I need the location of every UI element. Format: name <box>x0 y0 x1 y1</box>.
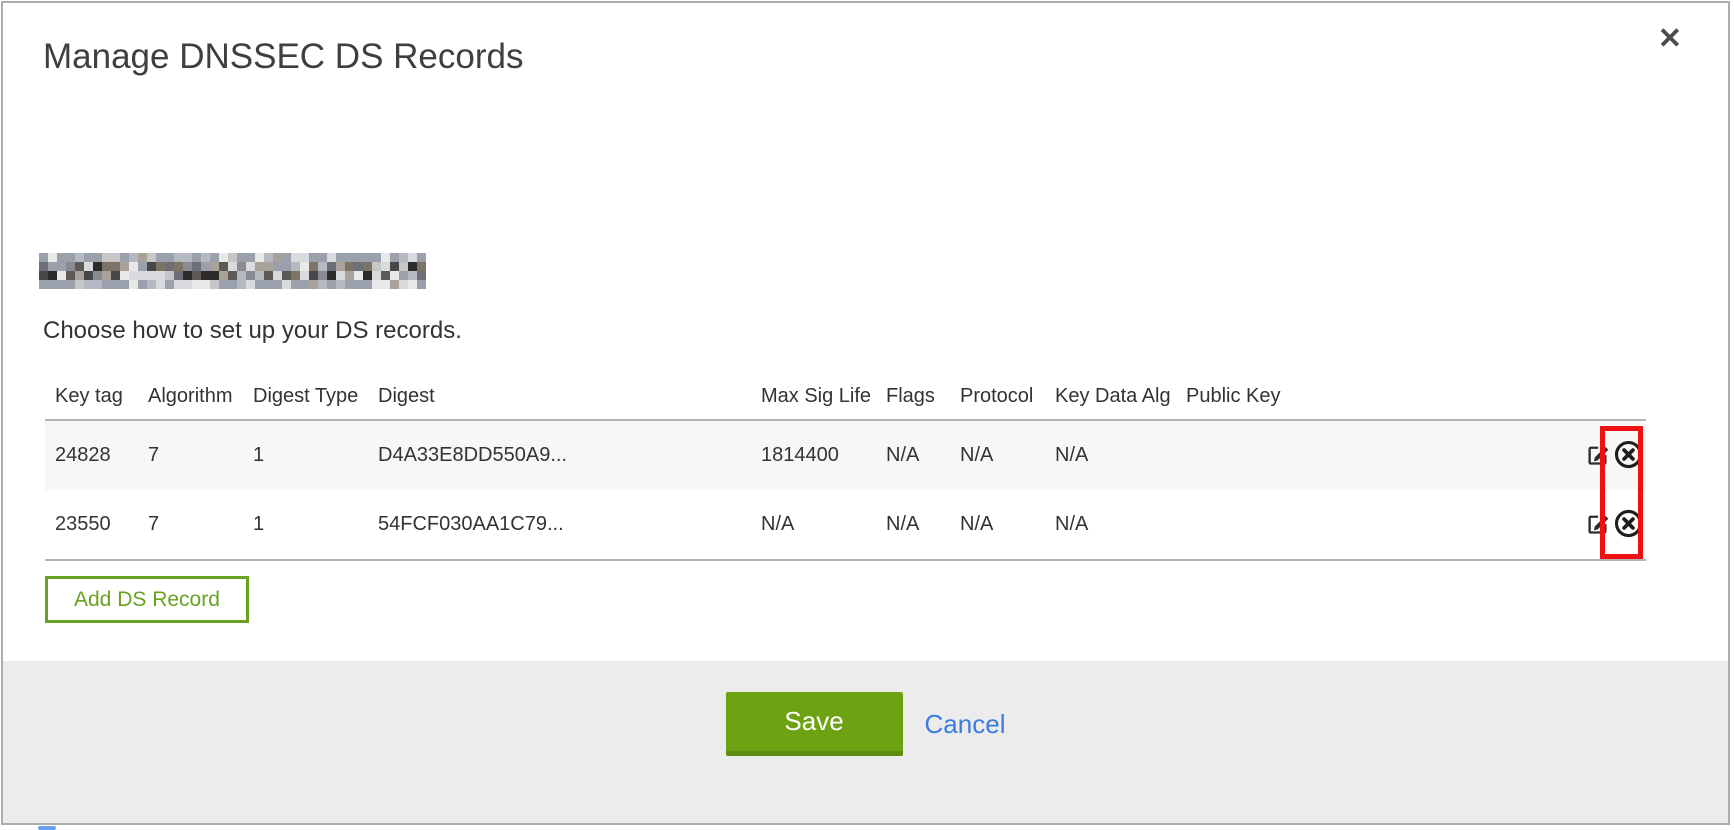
save-button[interactable]: Save <box>726 692 903 756</box>
cell-max-sig-life: N/A <box>761 513 886 536</box>
background-page-artifact <box>38 826 56 830</box>
table-body: 24828 7 1 D4A33E8DD550A9... 1814400 N/A … <box>45 421 1646 561</box>
cell-digest-type: 1 <box>253 513 378 536</box>
column-header-key-tag: Key tag <box>55 385 148 408</box>
cell-max-sig-life: 1814400 <box>761 444 886 467</box>
cell-digest: D4A33E8DD550A9... <box>378 444 761 467</box>
cell-protocol: N/A <box>960 513 1055 536</box>
row-actions <box>1554 439 1646 473</box>
cell-key-data-alg: N/A <box>1055 444 1186 467</box>
dnssec-dialog: Manage DNSSEC DS Records ✕ Choose how to… <box>1 1 1730 825</box>
row-actions <box>1554 508 1646 542</box>
cell-key-tag: 24828 <box>55 444 148 467</box>
column-header-protocol: Protocol <box>960 385 1055 408</box>
table-row: 23550 7 1 54FCF030AA1C79... N/A N/A N/A … <box>45 490 1646 559</box>
add-ds-record-button[interactable]: Add DS Record <box>45 576 249 623</box>
edit-record-button[interactable] <box>1584 441 1611 471</box>
column-header-digest-type: Digest Type <box>253 385 378 408</box>
cell-algorithm: 7 <box>148 513 253 536</box>
delete-record-button[interactable] <box>1613 439 1644 473</box>
delete-record-button[interactable] <box>1613 508 1644 542</box>
column-header-flags: Flags <box>886 385 960 408</box>
column-header-key-data-alg: Key Data Alg <box>1055 385 1186 408</box>
edit-record-button[interactable] <box>1584 510 1611 540</box>
page-title: Manage DNSSEC DS Records <box>43 36 1728 78</box>
cell-digest-type: 1 <box>253 444 378 467</box>
close-icon[interactable]: ✕ <box>1658 25 1682 54</box>
cell-key-data-alg: N/A <box>1055 513 1186 536</box>
column-header-algorithm: Algorithm <box>148 385 253 408</box>
ds-records-table: Key tag Algorithm Digest Type Digest Max… <box>45 373 1646 561</box>
instruction-text: Choose how to set up your DS records. <box>43 315 1728 347</box>
cell-protocol: N/A <box>960 444 1055 467</box>
cell-algorithm: 7 <box>148 444 253 467</box>
table-row: 24828 7 1 D4A33E8DD550A9... 1814400 N/A … <box>45 421 1646 490</box>
edit-pencil-icon <box>1584 510 1611 540</box>
footer: Save Cancel <box>3 661 1728 823</box>
column-header-public-key: Public Key <box>1186 385 1554 408</box>
column-header-max-sig-life: Max Sig Life <box>761 385 886 408</box>
cell-flags: N/A <box>886 513 960 536</box>
table-header-row: Key tag Algorithm Digest Type Digest Max… <box>45 373 1646 421</box>
cell-digest: 54FCF030AA1C79... <box>378 513 761 536</box>
edit-pencil-icon <box>1584 441 1611 471</box>
circle-x-icon <box>1613 508 1644 542</box>
column-header-digest: Digest <box>378 385 761 408</box>
cancel-link[interactable]: Cancel <box>925 692 1006 756</box>
cell-key-tag: 23550 <box>55 513 148 536</box>
circle-x-icon <box>1613 439 1644 473</box>
redacted-domain <box>39 253 426 289</box>
cell-flags: N/A <box>886 444 960 467</box>
